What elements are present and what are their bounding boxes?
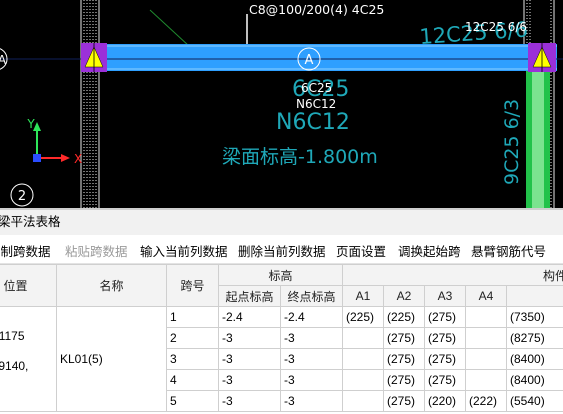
axis-bottom-label: 2 xyxy=(18,189,26,204)
start-elevation-cell[interactable]: -3 xyxy=(218,369,281,391)
header-name[interactable]: 名称 xyxy=(56,264,167,307)
page-setup-button[interactable]: 页面设置 xyxy=(336,241,386,260)
cad-viewport[interactable]: A A 2 C8@100/200(4) 4C25 12C25 6/6 12C25… xyxy=(0,0,563,208)
span-length-cell[interactable]: (8400) xyxy=(506,348,563,370)
a4-cell[interactable]: (222) xyxy=(465,390,508,412)
a3-cell[interactable]: (275) xyxy=(424,306,467,328)
header-end-elevation[interactable]: 终点标高 xyxy=(279,285,344,307)
stirrup-annotation[interactable]: C8@100/200(4) 4C25 xyxy=(249,2,384,17)
end-elevation-cell[interactable]: -3 xyxy=(279,327,344,349)
span-length-cell[interactable]: (5540) xyxy=(506,390,563,412)
span-cell[interactable]: 3 xyxy=(166,348,219,370)
header-a3[interactable]: A3 xyxy=(424,285,467,307)
side-rebar-large: N6C12 xyxy=(276,110,350,135)
a4-cell[interactable] xyxy=(465,369,508,391)
a3-cell[interactable]: (275) xyxy=(424,327,467,349)
cantilever-rebar-code-button[interactable]: 悬臂钢筋代号 xyxy=(471,241,546,260)
top-rebar-annotation[interactable]: 12C25 6/6 xyxy=(465,20,527,34)
name-cell[interactable]: KL01(5) xyxy=(56,306,167,412)
start-elevation-cell[interactable]: -2.4 xyxy=(218,306,281,328)
side-rebar-label[interactable]: N6C12 xyxy=(296,97,336,111)
header-a1[interactable]: A1 xyxy=(342,285,385,307)
axis-center-label: A xyxy=(305,53,314,68)
left-grid-column xyxy=(80,0,100,208)
position-line: <2+1175 xyxy=(0,329,25,343)
beam-elevation-label: 梁面标高-1.800m xyxy=(222,146,378,168)
a2-cell[interactable]: (275) xyxy=(383,390,426,412)
ucs-x-label: X xyxy=(74,152,82,166)
span-cell[interactable]: 4 xyxy=(166,369,219,391)
a1-cell[interactable] xyxy=(342,348,385,370)
paste-span-data-button[interactable]: 粘贴跨数据 xyxy=(65,241,128,260)
a3-cell[interactable]: (275) xyxy=(424,348,467,370)
end-elevation-cell[interactable]: -2.4 xyxy=(279,306,344,328)
panel-title-bar[interactable]: 梁平法表格 xyxy=(0,208,563,235)
a2-cell[interactable]: (225) xyxy=(383,306,426,328)
header-size[interactable]: 构件尺寸 xyxy=(342,264,563,286)
a1-cell[interactable] xyxy=(342,327,385,349)
a2-cell[interactable]: (275) xyxy=(383,348,426,370)
header-elevation[interactable]: 标高 xyxy=(217,264,344,286)
beam-table-panel: 梁平法表格 复制跨数据 粘贴跨数据 输入当前列数据 删除当前列数据 页面设置 调… xyxy=(0,208,563,414)
end-elevation-cell[interactable]: -3 xyxy=(279,348,344,370)
input-current-column-button[interactable]: 输入当前列数据 xyxy=(140,241,228,260)
span-length-cell[interactable]: (8400) xyxy=(506,369,563,391)
a3-cell[interactable]: (220) xyxy=(424,390,467,412)
panel-title: 梁平法表格 xyxy=(0,215,61,229)
start-elevation-cell[interactable]: -3 xyxy=(218,390,281,412)
swap-start-span-button[interactable]: 调换起始跨 xyxy=(398,241,461,260)
a1-cell[interactable]: (225) xyxy=(342,306,385,328)
a1-cell[interactable] xyxy=(342,390,385,412)
cad-drawing[interactable]: A A 2 C8@100/200(4) 4C25 12C25 6/6 12C25… xyxy=(0,0,563,208)
header-span[interactable]: 跨号 xyxy=(166,264,219,307)
span-cell[interactable]: 2 xyxy=(166,327,219,349)
beam[interactable] xyxy=(81,44,557,71)
ucs-icon: Y X xyxy=(26,117,82,166)
end-elevation-cell[interactable]: -3 xyxy=(279,390,344,412)
copy-span-data-button[interactable]: 复制跨数据 xyxy=(0,241,51,260)
axis-left-label: A xyxy=(0,53,7,67)
header-start-elevation[interactable]: 起点标高 xyxy=(218,285,281,307)
span-cell[interactable]: 5 xyxy=(166,390,219,412)
header-a2[interactable]: A2 xyxy=(383,285,426,307)
a4-cell[interactable] xyxy=(465,306,508,328)
start-elevation-cell[interactable]: -3 xyxy=(218,348,281,370)
a4-cell[interactable] xyxy=(465,348,508,370)
header-a4[interactable]: A4 xyxy=(465,285,508,307)
start-elevation-cell[interactable]: -3 xyxy=(218,327,281,349)
ucs-y-label: Y xyxy=(26,117,35,131)
position-line: A; xyxy=(0,344,53,359)
a2-cell[interactable]: (275) xyxy=(383,327,426,349)
a1-cell[interactable] xyxy=(342,369,385,391)
position-line: A> xyxy=(0,374,53,389)
span-length-cell[interactable]: (7350) xyxy=(506,306,563,328)
table-row[interactable]: <2+1175 A; 2+39140, A> KL01(5) 1 -2.4 -2… xyxy=(0,306,563,412)
delete-current-column-button[interactable]: 删除当前列数据 xyxy=(238,241,326,260)
header-span-length[interactable]: 跨 xyxy=(506,285,563,307)
beam-table[interactable]: 位置 名称 跨号 标高 构件尺寸 起点标高 终点标高 A1 A2 A3 A4 跨… xyxy=(0,264,563,414)
end-elevation-cell[interactable]: -3 xyxy=(279,369,344,391)
a4-cell[interactable] xyxy=(465,327,508,349)
a2-cell[interactable]: (275) xyxy=(383,369,426,391)
span-cell[interactable]: 1 xyxy=(166,306,219,328)
span-length-cell[interactable]: (8275) xyxy=(506,327,563,349)
position-cell[interactable]: <2+1175 A; 2+39140, A> xyxy=(0,306,57,412)
a3-cell[interactable]: (275) xyxy=(424,369,467,391)
header-position[interactable]: 位置 xyxy=(0,264,57,307)
support-right[interactable] xyxy=(528,43,556,72)
support-left[interactable] xyxy=(81,43,107,72)
position-line: 2+39140, xyxy=(0,359,29,373)
vertical-rebar-label: 9C25 6/3 xyxy=(501,99,523,185)
bottom-rebar-label[interactable]: 6C25 xyxy=(301,81,332,95)
panel-toolbar: 复制跨数据 粘贴跨数据 输入当前列数据 删除当前列数据 页面设置 调换起始跨 悬… xyxy=(0,235,563,264)
